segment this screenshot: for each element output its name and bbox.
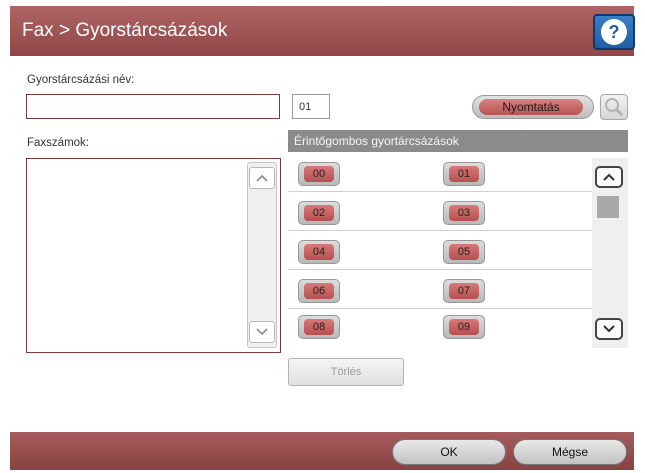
speed-dial-button-00[interactable]: 00 [298, 162, 340, 186]
question-mark-icon: ? [601, 19, 627, 45]
speed-dial-name-label: Gyorstárcsázási név: [27, 74, 135, 86]
speed-dial-label: 06 [304, 283, 334, 299]
cancel-button[interactable]: Mégse [513, 439, 627, 465]
print-button[interactable]: Nyomtatás [472, 95, 594, 119]
speed-dial-scroll-up-button[interactable] [595, 166, 623, 188]
speed-dial-label: 03 [449, 205, 479, 221]
speed-dial-row: 04 05 [288, 232, 592, 270]
help-button[interactable]: ? [593, 14, 635, 50]
magnifier-icon [605, 98, 624, 117]
fax-numbers-list[interactable] [26, 158, 281, 353]
speed-dial-button-04[interactable]: 04 [298, 240, 340, 264]
speed-dial-number-input[interactable]: 01 [292, 94, 330, 119]
speed-dial-button-06[interactable]: 06 [298, 279, 340, 303]
speed-dial-row: 08 09 [288, 310, 592, 348]
speed-dial-pane-header: Érintőgombos gyortárcsázások [288, 130, 628, 152]
chevron-down-icon [256, 328, 268, 336]
speed-dial-button-05[interactable]: 05 [443, 240, 485, 264]
speed-dial-name-input[interactable] [26, 94, 280, 119]
speed-dial-label: 08 [304, 319, 334, 335]
fax-numbers-label: Faxszámok: [27, 137, 89, 149]
title-bar: Fax > Gyorstárcsázások ? [10, 6, 635, 56]
speed-dial-scrollbar[interactable] [592, 158, 628, 348]
speed-dial-label: 02 [304, 205, 334, 221]
speed-dial-row: 00 01 [288, 154, 592, 192]
speed-dial-button-08[interactable]: 08 [298, 315, 340, 339]
chevron-up-icon [603, 173, 615, 181]
speed-dial-label: 07 [449, 283, 479, 299]
chevron-up-icon [256, 174, 268, 182]
speed-dial-scroll-thumb[interactable] [597, 196, 619, 218]
speed-dial-label: 01 [449, 166, 479, 182]
delete-button[interactable]: Törlés [288, 358, 404, 386]
search-button[interactable] [600, 94, 628, 120]
page-title: Fax > Gyorstárcsázások [22, 20, 228, 41]
speed-dial-label: 05 [449, 244, 479, 260]
chevron-down-icon [603, 325, 615, 333]
fax-list-scrollbar[interactable] [247, 162, 277, 348]
speed-dial-row: 02 03 [288, 193, 592, 231]
speed-dial-label: 09 [449, 319, 479, 335]
speed-dial-button-01[interactable]: 01 [443, 162, 485, 186]
speed-dial-label: 00 [304, 166, 334, 182]
speed-dial-button-03[interactable]: 03 [443, 201, 485, 225]
ok-button[interactable]: OK [392, 439, 506, 465]
speed-dial-scroll-down-button[interactable] [595, 318, 623, 340]
footer-bar: OK Mégse [10, 432, 634, 470]
fax-list-scroll-down-button[interactable] [249, 321, 275, 343]
speed-dial-button-09[interactable]: 09 [443, 315, 485, 339]
speed-dial-button-07[interactable]: 07 [443, 279, 485, 303]
fax-list-scroll-up-button[interactable] [249, 167, 275, 189]
speed-dial-label: 04 [304, 244, 334, 260]
print-button-label: Nyomtatás [479, 99, 583, 115]
speed-dial-button-02[interactable]: 02 [298, 201, 340, 225]
speed-dial-row: 06 07 [288, 271, 592, 309]
